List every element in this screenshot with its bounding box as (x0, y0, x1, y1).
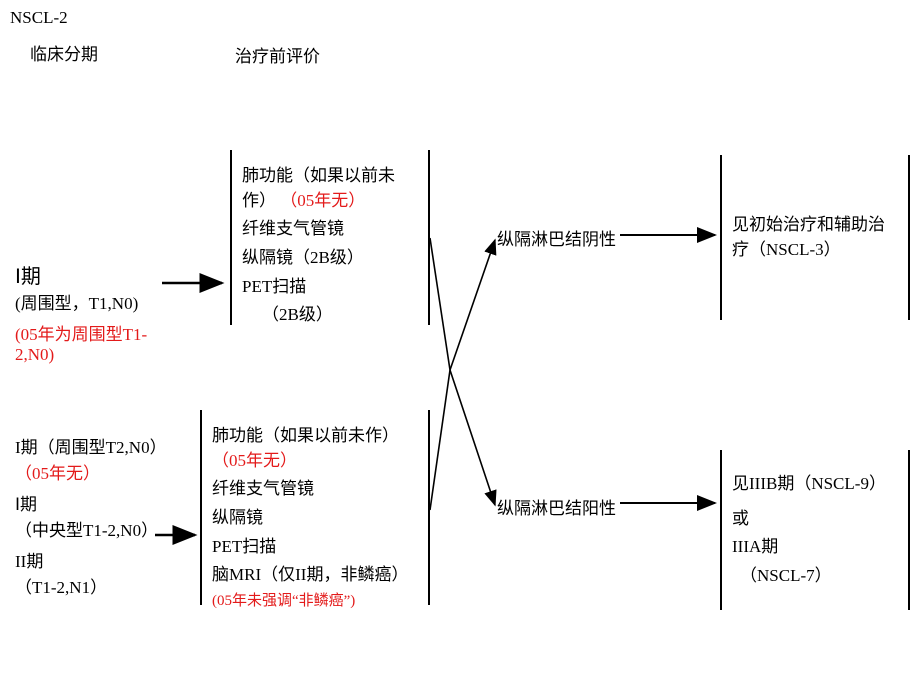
stage-a-subtitle: (周围型，T1,N0) (15, 289, 185, 314)
out-a-l1: 见初始治疗和辅助治疗（NSCL-3） (732, 213, 898, 262)
eval-b-l5note: (05年未强调“非鳞癌”) (212, 593, 355, 609)
eval-b-bracket: 肺功能（如果以前未作） （05年无） 纤维支气管镜 纵隔镜 PET扫描 脑MRI… (200, 410, 430, 605)
stage-b-1a: I期（周围型T2,N0） (15, 438, 167, 457)
stage-b-3a: II期 (15, 549, 195, 575)
out-b-l3: IIIA期 (732, 535, 898, 560)
col2-title: 治疗前评价 (235, 42, 320, 67)
eval-b-l5: 脑MRI（仅II期，非鳞癌） (212, 565, 408, 584)
stage-b-3b: （T1-2,N1） (15, 575, 195, 601)
eval-a-l4: PET扫描 (242, 275, 418, 300)
eval-a-l2: 纤维支气管镜 (242, 217, 418, 242)
eval-b-l3: 纵隔镜 (212, 506, 418, 531)
eval-b-l2: 纤维支气管镜 (212, 477, 418, 502)
eval-b-l4: PET扫描 (212, 535, 418, 560)
stage-a-block: Ⅰ期 (周围型，T1,N0) (05年为周围型T1-2,N0) (15, 260, 185, 365)
stage-b-2b: （中央型T1-2,N0） (15, 518, 195, 544)
out-b-bracket: 见IIIB期（NSCL-9） 或 IIIA期 （NSCL-7） (720, 450, 910, 610)
eval-a-l3: 纵隔镜（2B级） (242, 246, 418, 271)
branch-pos: 纵隔淋巴结阳性 (497, 494, 616, 519)
stage-b-block: I期（周围型T2,N0） （05年无） Ⅰ期 （中央型T1-2,N0） II期 … (15, 435, 195, 600)
stage-b-1note: （05年无） (15, 464, 100, 483)
out-a-bracket: 见初始治疗和辅助治疗（NSCL-3） (720, 155, 910, 320)
eval-a-l1note: （05年无） (280, 191, 365, 210)
eval-a-bracket: 肺功能（如果以前未作） （05年无） 纤维支气管镜 纵隔镜（2B级） PET扫描… (230, 150, 430, 325)
eval-b-l1: 肺功能（如果以前未作） (212, 426, 399, 445)
out-b-l1: 见IIIB期（NSCL-9） (732, 472, 898, 497)
eval-a-l5: （2B级） (242, 303, 418, 328)
branch-neg: 纵隔淋巴结阴性 (497, 225, 616, 250)
col1-title: 临床分期 (30, 40, 98, 65)
page-code: NSCL-2 (10, 8, 68, 28)
stage-a-title: Ⅰ期 (15, 260, 185, 289)
stage-b-2a: Ⅰ期 (15, 492, 195, 518)
out-b-l2: 或 (732, 507, 898, 532)
out-b-l4: （NSCL-7） (732, 564, 898, 589)
eval-b-l1note: （05年无） (212, 451, 297, 470)
stage-a-note: (05年为周围型T1-2,N0) (15, 320, 185, 365)
